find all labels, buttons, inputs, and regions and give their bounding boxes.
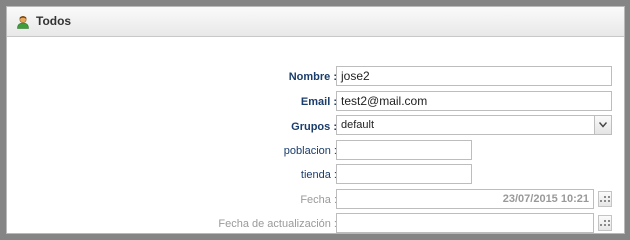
user-icon (16, 15, 30, 29)
grupos-dropdown-button[interactable] (594, 116, 611, 134)
email-label: Email : (300, 96, 337, 108)
poblacion-label: poblacion : (283, 145, 337, 157)
panel-header: Todos (7, 7, 624, 37)
panel-title: Todos (36, 14, 72, 28)
fecha-actualizacion-input[interactable] (336, 213, 594, 233)
nombre-input[interactable]: jose2 (336, 66, 612, 86)
nombre-label: Nombre : (288, 71, 337, 83)
tienda-input[interactable] (336, 164, 472, 184)
email-input[interactable]: test2@mail.com (336, 91, 612, 111)
fecha-actualizacion-label: Fecha de actualización : (218, 218, 337, 230)
grupos-select[interactable]: default (336, 115, 612, 135)
calendar-icon (600, 196, 610, 202)
fecha-actualizacion-calendar-button[interactable] (598, 215, 612, 231)
grupos-label: Grupos : (291, 121, 337, 133)
chevron-down-icon (599, 122, 607, 128)
poblacion-input[interactable] (336, 140, 472, 160)
fecha-label: Fecha : (300, 194, 337, 206)
calendar-icon (600, 220, 610, 226)
grupos-selected-value: default (341, 119, 375, 131)
fecha-input[interactable]: 23/07/2015 10:21 (336, 189, 594, 209)
tienda-label: tienda : (300, 169, 337, 181)
fecha-calendar-button[interactable] (598, 191, 612, 207)
form-panel: Todos Nombre : jose2 Email : test2@mail.… (6, 6, 625, 234)
